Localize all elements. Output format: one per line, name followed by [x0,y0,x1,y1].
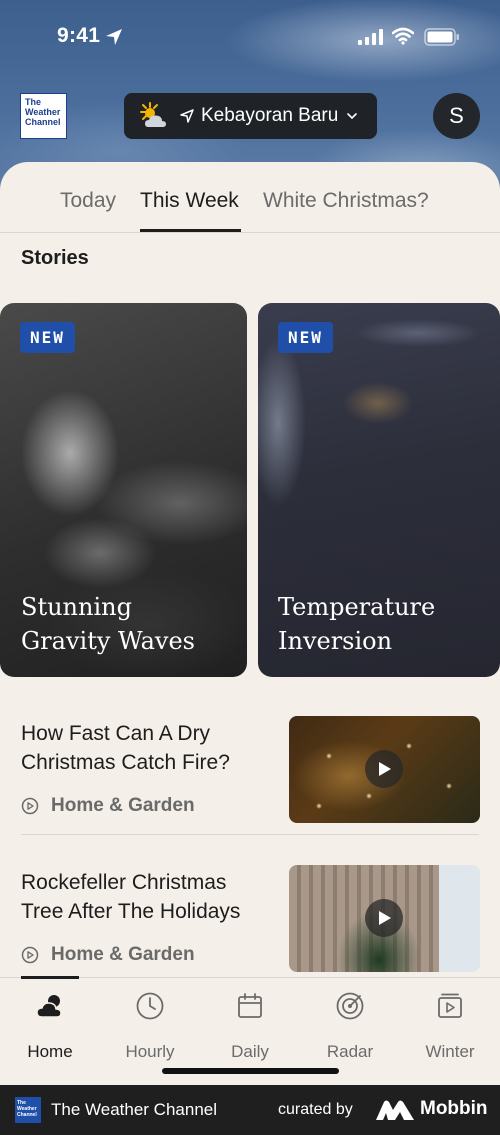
weather-channel-mini-logo: The Weather Channel [15,1097,41,1123]
tab-today[interactable]: Today [60,189,116,213]
play-circle-icon [21,946,39,964]
article-headline[interactable]: Rockefeller Christmas Tree After The Hol… [21,868,271,926]
cellular-signal-icon [358,29,383,45]
article-thumbnail[interactable] [289,716,480,823]
tab-this-week[interactable]: This Week [140,189,239,213]
tab-daily[interactable]: Daily [200,990,300,1062]
story-card[interactable]: NEW Temperature Inversion [258,303,500,677]
curated-by-label: curated by [278,1101,353,1118]
chevron-down-icon [347,113,357,120]
play-button[interactable] [365,750,403,788]
logo-text-line: Weather [25,107,61,117]
radar-icon [336,992,364,1020]
story-card-title-line: Inversion [278,627,393,655]
mobbin-logo-icon [376,1100,414,1120]
article-category-label: Home & Garden [51,795,195,816]
tab-radar[interactable]: Radar [300,990,400,1062]
tab-hourly[interactable]: Hourly [100,990,200,1062]
new-badge: NEW [20,322,75,353]
logo-text-line: Channel [25,117,61,127]
new-badge: NEW [278,322,333,353]
play-circle-icon [21,797,39,815]
story-card-title-line: Stunning [21,593,132,621]
partly-cloudy-night-icon [140,102,166,127]
calendar-icon [238,993,262,1018]
video-icon [438,993,462,1018]
play-icon [379,762,391,776]
bottom-tab-bar: Home Hourly Daily Radar Winter [0,976,500,1084]
location-arrow-icon [106,29,122,45]
tab-label: Radar [326,1042,374,1061]
mobbin-wordmark: Mobbin [420,1098,488,1119]
active-tab-indicator [21,976,79,979]
footer-brand-name: The Weather Channel [51,1100,218,1119]
navigation-arrow-icon [180,109,194,123]
article-category: Home & Garden [21,944,195,966]
story-card-title: Stunning Gravity Waves [21,590,195,658]
article-thumbnail[interactable] [289,865,480,972]
mini-logo-text: Channel [17,1112,37,1118]
location-selector[interactable]: Kebayoran Baru [124,93,377,139]
active-tab-indicator [140,229,241,232]
article-category: Home & Garden [21,795,195,817]
tab-label: Winter [425,1042,475,1061]
home-indicator [162,1068,339,1074]
tab-label: Hourly [125,1042,175,1061]
status-time: 9:41 [57,24,101,47]
tab-home[interactable]: Home [0,990,100,1062]
segment-tabs: Today This Week White Christmas? [0,162,500,233]
content-sheet: Today This Week White Christmas? Stories… [0,162,500,1084]
story-card[interactable]: NEW Stunning Gravity Waves [0,303,247,677]
tab-white-christmas[interactable]: White Christmas? [263,189,429,213]
story-card-title: Temperature Inversion [278,590,435,658]
tab-label: Home [27,1042,73,1061]
status-bar: 9:41 [0,0,500,74]
story-card-title-line: Gravity Waves [21,627,195,655]
article-headline[interactable]: How Fast Can A Dry Christmas Catch Fire? [21,719,271,777]
story-card-title-line: Temperature [278,593,436,621]
stories-heading: Stories [21,247,89,269]
tab-winter[interactable]: Winter [400,990,500,1062]
location-name: Kebayoran Baru [201,105,339,126]
divider [21,834,479,835]
battery-icon [424,28,459,46]
profile-avatar[interactable]: S [433,93,480,139]
wifi-icon [392,27,414,45]
play-icon [379,911,391,925]
footer-brand-bar: The Weather Channel The Weather Channel … [0,1085,500,1135]
cloud-sun-icon [36,995,62,1018]
clock-icon [136,992,164,1020]
logo-text-line: The [25,97,42,107]
play-button[interactable] [365,899,403,937]
tab-label: Daily [231,1042,269,1061]
weather-channel-logo[interactable]: The Weather Channel [20,93,67,139]
article-category-label: Home & Garden [51,944,195,965]
